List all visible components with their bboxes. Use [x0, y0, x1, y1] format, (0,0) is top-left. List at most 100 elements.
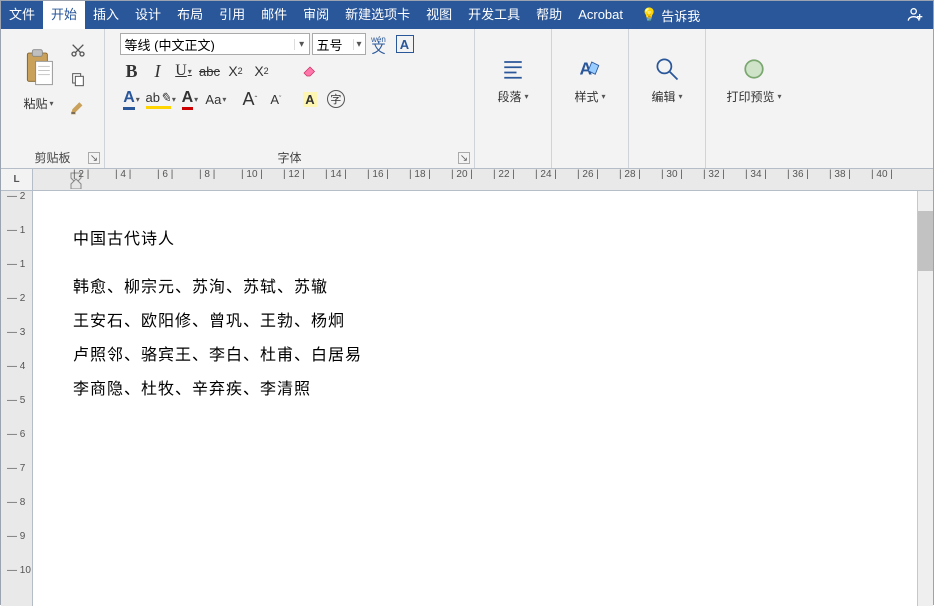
clipboard-icon — [22, 48, 56, 91]
group-font: ▾ ▾ wén文 A B I U▾ abc X2 X2 — [105, 29, 475, 168]
styles-icon: A — [576, 55, 604, 86]
tab-design[interactable]: 设计 — [127, 1, 169, 29]
user-icon — [907, 10, 923, 25]
vruler-tick: — 9 — [7, 531, 25, 542]
search-icon — [653, 55, 681, 86]
enclose-characters-button[interactable]: 字 — [324, 87, 348, 111]
doc-line: 李商隐、杜牧、辛弃疾、李清照 — [73, 375, 917, 399]
highlight-color-button[interactable]: ab✎▾ — [146, 87, 176, 111]
format-painter-button[interactable] — [66, 98, 90, 121]
grow-font-button[interactable]: Aˆ — [238, 87, 262, 111]
tab-references[interactable]: 引用 — [211, 1, 253, 29]
clipboard-launcher[interactable]: ↘ — [88, 152, 100, 164]
copy-icon — [70, 71, 86, 90]
ruler-tick: | 36 | — [787, 169, 829, 180]
char-border-icon: A — [396, 35, 414, 53]
vruler-tick: — 6 — [7, 429, 25, 440]
vruler-tick: — 4 — [7, 361, 25, 372]
cut-button[interactable] — [66, 40, 90, 63]
paste-button[interactable]: 粘贴▾ — [16, 33, 62, 127]
brush-icon — [70, 100, 86, 119]
ruler-tick: | 8 | — [199, 169, 241, 180]
editing-button[interactable]: 编辑▾ — [637, 33, 697, 127]
font-size-combo[interactable]: ▾ — [312, 33, 366, 55]
doc-line: 卢照邻、骆宾王、李白、杜甫、白居易 — [73, 341, 917, 365]
tab-developer[interactable]: 开发工具 — [460, 1, 528, 29]
vruler-tick: — 2 — [7, 293, 25, 304]
tab-help[interactable]: 帮助 — [528, 1, 570, 29]
tab-file[interactable]: 文件 — [1, 1, 43, 29]
page-content[interactable]: 中国古代诗人 韩愈、柳宗元、苏洵、苏轼、苏辙 王安石、欧阳修、曾巩、王勃、杨炯 … — [33, 201, 917, 399]
group-styles: A 样式▾ — [552, 29, 629, 168]
ruler-tick: | 14 | — [325, 169, 367, 180]
ribbon-tabs: 文件 开始 插入 设计 布局 引用 邮件 审阅 新建选项卡 视图 开发工具 帮助… — [1, 1, 933, 29]
vertical-ruler[interactable]: — 2— 1— 1— 2— 3— 4— 5— 6— 7— 8— 9— 10 — [1, 191, 33, 606]
tab-home[interactable]: 开始 — [43, 1, 85, 29]
font-group-label: 字体 — [105, 149, 474, 166]
font-name-dropdown[interactable]: ▾ — [294, 39, 309, 50]
page-scroll[interactable]: 中国古代诗人 韩愈、柳宗元、苏洵、苏轼、苏辙 王安石、欧阳修、曾巩、王勃、杨炯 … — [33, 191, 917, 606]
ruler-tick: | 26 | — [577, 169, 619, 180]
font-size-input[interactable] — [313, 37, 353, 52]
vruler-tick: — 1 — [7, 225, 25, 236]
vruler-tick: — 7 — [7, 463, 25, 474]
font-name-combo[interactable]: ▾ — [120, 33, 310, 55]
copy-button[interactable] — [66, 69, 90, 92]
tell-me[interactable]: 告诉我 — [631, 6, 710, 25]
paragraph-button[interactable]: 段落▾ — [483, 33, 543, 127]
character-shading-button[interactable]: A — [298, 87, 322, 111]
document-area: — 2— 1— 1— 2— 3— 4— 5— 6— 7— 8— 9— 10 中国… — [1, 191, 933, 606]
ruler-tick: | 34 | — [745, 169, 787, 180]
tab-insert[interactable]: 插入 — [85, 1, 127, 29]
ruler-corner[interactable]: L — [1, 169, 33, 190]
clear-formatting-button[interactable] — [298, 59, 322, 83]
ruler-tick: | 38 | — [829, 169, 871, 180]
subscript-button[interactable]: X2 — [224, 59, 248, 83]
underline-button[interactable]: U▾ — [172, 59, 196, 83]
paste-label: 粘贴 — [23, 95, 47, 112]
scrollbar-thumb[interactable] — [918, 211, 933, 271]
ruler-tick: | 12 | — [283, 169, 325, 180]
ruler-tick: | 22 | — [493, 169, 535, 180]
vertical-scrollbar[interactable] — [917, 191, 933, 606]
ruler-tick: | 32 | — [703, 169, 745, 180]
ruler-tick: | 18 | — [409, 169, 451, 180]
ruler-tick: | 6 | — [157, 169, 199, 180]
strikethrough-button[interactable]: abc — [198, 59, 222, 83]
text-effects-button[interactable]: A▾ — [120, 87, 144, 111]
font-name-input[interactable] — [121, 37, 294, 52]
character-border-button[interactable]: A — [392, 33, 418, 55]
superscript-button[interactable]: X2 — [250, 59, 274, 83]
vruler-tick: — 3 — [7, 327, 25, 338]
chevron-down-icon: ▾ — [50, 99, 54, 108]
doc-line: 韩愈、柳宗元、苏洵、苏轼、苏辙 — [73, 273, 917, 297]
tab-newtab[interactable]: 新建选项卡 — [337, 1, 418, 29]
tab-view[interactable]: 视图 — [418, 1, 460, 29]
horizontal-ruler[interactable]: | 2 || 4 || 6 || 8 || 10 || 12 || 14 || … — [33, 169, 933, 190]
ruler-tick: | 4 | — [115, 169, 157, 180]
group-preview: 打印预览▾ — [706, 29, 802, 168]
print-preview-button[interactable]: 打印预览▾ — [714, 33, 794, 127]
tab-review[interactable]: 审阅 — [295, 1, 337, 29]
share-button[interactable] — [897, 6, 933, 25]
font-launcher[interactable]: ↘ — [458, 152, 470, 164]
ruler-tick: | 20 | — [451, 169, 493, 180]
ruler-tick: | 2 | — [73, 169, 115, 180]
vruler-tick: — 10 — [7, 565, 31, 576]
phonetic-guide-button[interactable]: wén文 — [368, 33, 390, 55]
tab-acrobat[interactable]: Acrobat — [570, 1, 631, 29]
group-editing: 编辑▾ — [629, 29, 706, 168]
tab-mailings[interactable]: 邮件 — [253, 1, 295, 29]
bold-button[interactable]: B — [120, 59, 144, 83]
tell-me-label: 告诉我 — [661, 6, 700, 25]
styles-button[interactable]: A 样式▾ — [560, 33, 620, 127]
shrink-font-button[interactable]: Aˇ — [264, 87, 288, 111]
italic-button[interactable]: I — [146, 59, 170, 83]
lightbulb-icon — [641, 7, 657, 23]
tab-layout[interactable]: 布局 — [169, 1, 211, 29]
font-size-dropdown[interactable]: ▾ — [353, 39, 365, 50]
phonetic-icon: wén文 — [371, 35, 386, 53]
ruler-tick: | 40 | — [871, 169, 913, 180]
change-case-button[interactable]: Aa▾ — [204, 87, 228, 111]
font-color-button[interactable]: A▾ — [178, 87, 202, 111]
